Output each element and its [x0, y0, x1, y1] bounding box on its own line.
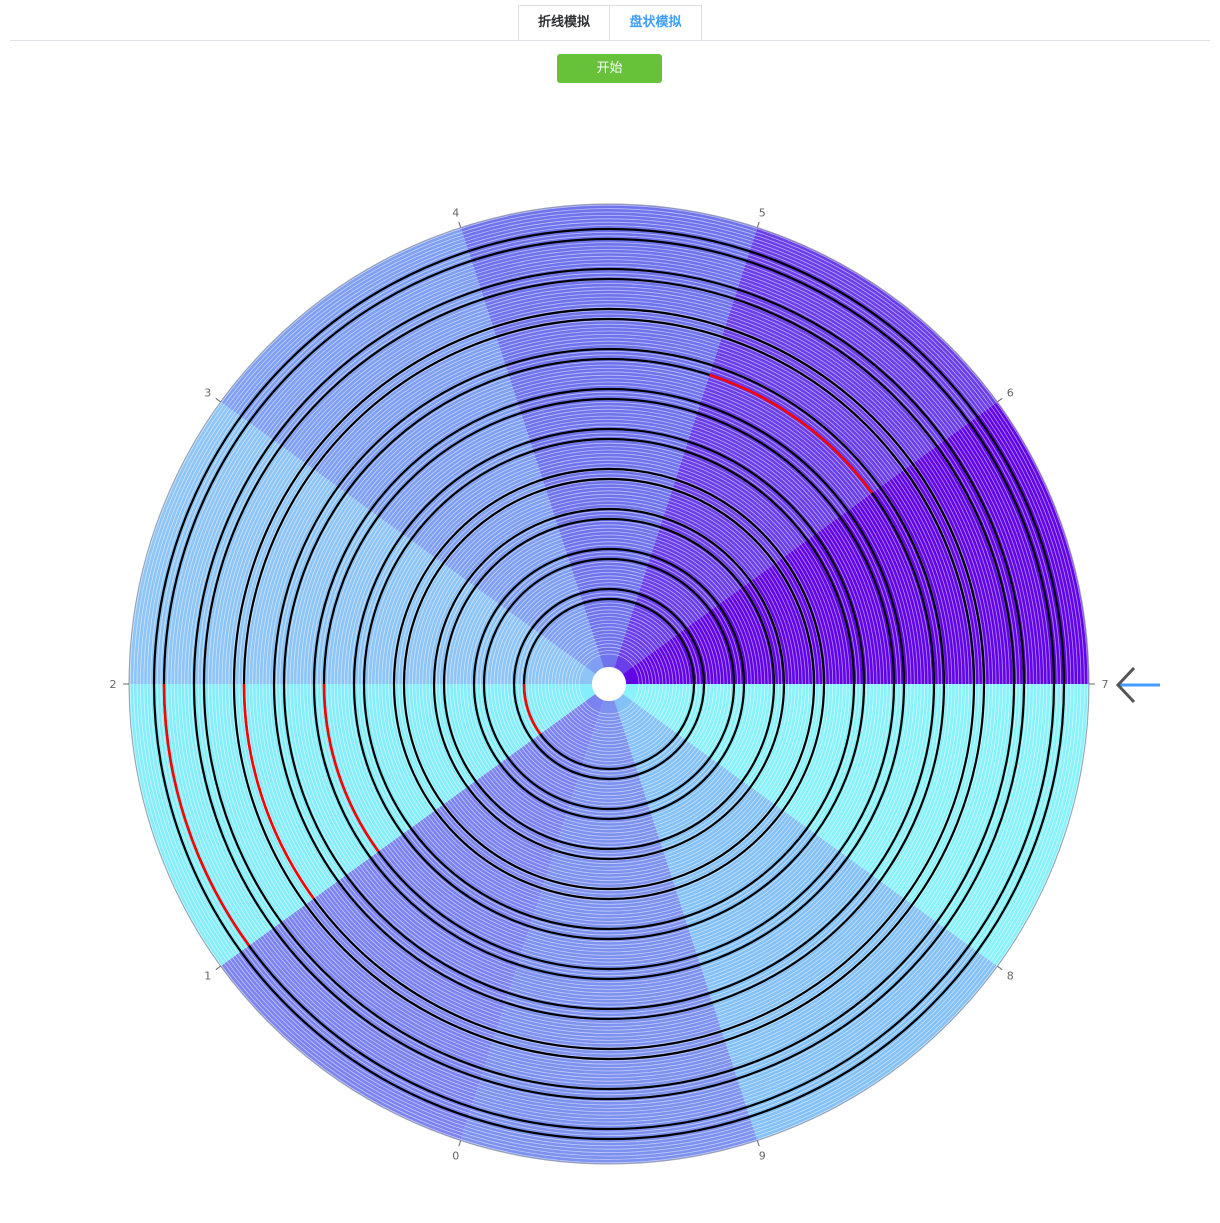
sector-label: 0: [452, 1150, 459, 1163]
sector-label: 6: [1007, 386, 1014, 399]
sector-label: 8: [1007, 970, 1014, 983]
sector-label: 2: [110, 678, 117, 691]
axis-tick: [458, 1140, 462, 1147]
axis-tick: [458, 221, 462, 228]
sector-label: 3: [204, 386, 211, 399]
sector-label: 5: [759, 206, 766, 219]
sector-label: 9: [759, 1150, 766, 1163]
sector-label: 1: [204, 970, 211, 983]
sector-label: 4: [452, 206, 459, 219]
sector-label: 7: [1102, 678, 1109, 691]
disk-chart: 0 1 2 3 4 5 6 7 8 9: [110, 203, 1109, 1165]
axis-tick: [215, 397, 221, 403]
axis-tick: [997, 965, 1003, 971]
arrow-left-icon[interactable]: [1114, 663, 1164, 707]
axis-tick: [756, 1140, 760, 1147]
axis-tick: [997, 397, 1003, 403]
disk-hub: [592, 667, 626, 701]
axis-tick: [756, 221, 760, 228]
axis-tick: [215, 965, 221, 971]
